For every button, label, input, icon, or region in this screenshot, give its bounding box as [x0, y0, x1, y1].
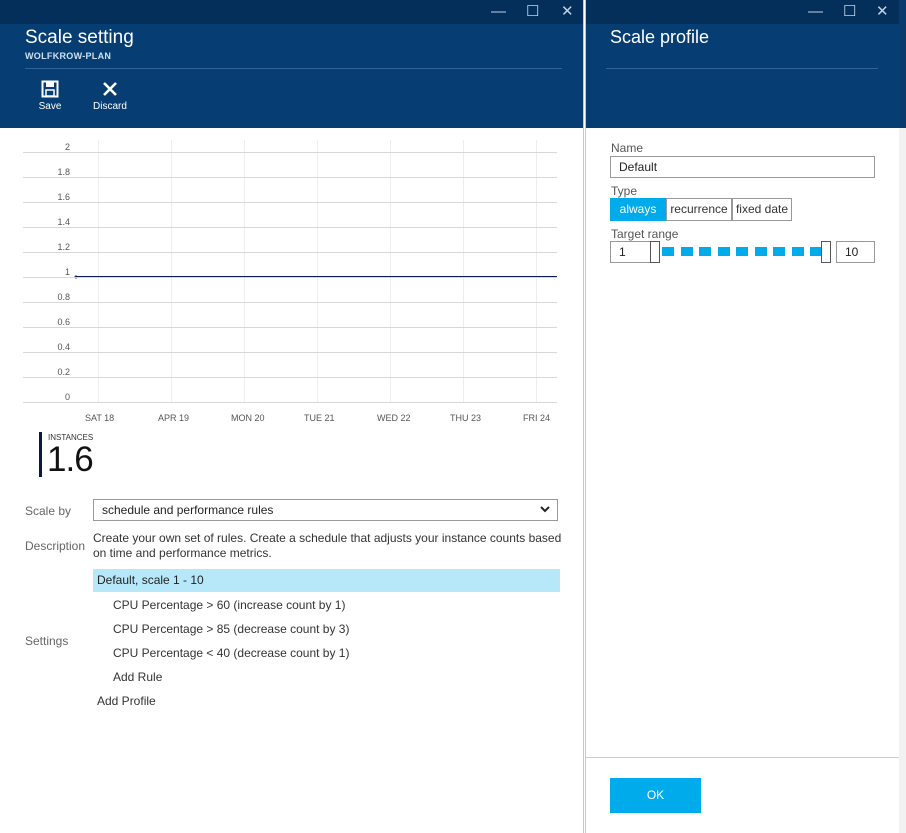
blade-title: Scale profile [610, 27, 710, 47]
scrollbar[interactable] [898, 0, 906, 833]
add-rule-link[interactable]: Add Rule [113, 670, 162, 684]
type-option-recurrence[interactable]: recurrence [666, 198, 732, 221]
slider-track-segment [717, 247, 730, 256]
type-option-fixed-date[interactable]: fixed date [732, 198, 792, 221]
scale-profile-blade: — ☐ ✕ Scale profile Name Default Type al… [585, 0, 899, 833]
scale-by-dropdown[interactable]: schedule and performance rules [93, 499, 558, 521]
scale-by-value: schedule and performance rules [102, 503, 274, 517]
target-range-label: Target range [611, 227, 679, 241]
slider-track-segment [773, 247, 785, 256]
chart-plot [74, 275, 557, 279]
name-label: Name [611, 141, 644, 155]
x-tick-label: FRI 24 [523, 413, 551, 423]
y-tick-label: 0.2 [57, 367, 70, 377]
rule-item[interactable]: CPU Percentage > 85 (decrease count by 3… [113, 622, 349, 636]
y-tick-label: 1.8 [57, 167, 70, 177]
y-tick-label: 1 [64, 267, 70, 277]
y-tick-label: 1.4 [57, 217, 70, 227]
description-label: Description [25, 539, 86, 553]
y-tick-label: 2 [64, 142, 70, 152]
scale-setting-blade: — ☐ ✕ Scale setting WOLFKROW-PLAN Save D… [0, 0, 584, 833]
profile-row-default[interactable]: Default, scale 1 - 10 [93, 569, 560, 592]
kpi-accent-bar [39, 432, 42, 477]
add-profile-link[interactable]: Add Profile [97, 694, 156, 708]
description-text: Create your own set of rules. Create a s… [93, 531, 562, 560]
chart-gridline [23, 377, 557, 378]
range-max-input[interactable]: 10 [836, 241, 875, 263]
x-tick-label: WED 22 [377, 413, 411, 423]
save-label: Save [38, 101, 62, 112]
chart-gridline [23, 152, 557, 153]
x-tick-label: MON 20 [231, 413, 265, 423]
maximize-icon[interactable]: ☐ [843, 3, 856, 21]
rule-item[interactable]: CPU Percentage < 40 (decrease count by 1… [113, 646, 349, 660]
x-tick-label: TUE 21 [304, 413, 335, 423]
x-tick-label: APR 19 [158, 413, 190, 423]
chart-gridline [23, 252, 557, 253]
type-option-always[interactable]: always [610, 198, 666, 221]
y-tick-label: 1.6 [57, 192, 70, 202]
kpi-value: 1.6 [47, 440, 94, 479]
range-min-input[interactable]: 1 [610, 241, 655, 263]
chart-gridline [23, 277, 557, 278]
chart-gridline [23, 177, 557, 178]
footer-divider [586, 757, 899, 758]
chart-gridline [23, 327, 557, 328]
range-slider-max-handle[interactable] [821, 241, 831, 263]
discard-label: Discard [93, 101, 127, 112]
chart-gridline [23, 202, 557, 203]
x-tick-label: THU 23 [450, 413, 482, 423]
blade-header: — ☐ ✕ Scale profile [586, 0, 899, 128]
slider-track-segment [736, 247, 748, 256]
y-tick-label: 0.6 [57, 317, 70, 327]
scale-by-label: Scale by [25, 504, 72, 518]
blade-title: Scale setting [25, 27, 134, 48]
range-slider-min-handle[interactable] [650, 241, 660, 263]
save-icon [35, 80, 65, 98]
save-button[interactable]: Save [35, 80, 65, 112]
ok-button[interactable]: OK [610, 778, 701, 813]
profile-label: Default, scale 1 - 10 [97, 573, 204, 587]
chevron-down-icon [539, 503, 551, 518]
rule-item[interactable]: CPU Percentage > 60 (increase count by 1… [113, 598, 345, 612]
chart-gridline [23, 227, 557, 228]
slider-track-segment [680, 247, 693, 256]
blade-subtitle: WOLFKROW-PLAN [25, 51, 112, 61]
minimize-icon[interactable]: — [808, 3, 823, 21]
x-tick-label: SAT 18 [85, 413, 115, 423]
slider-track-segment [791, 247, 804, 256]
y-tick-label: 1.2 [57, 242, 70, 252]
y-tick-label: 0 [64, 392, 70, 402]
minimize-icon[interactable]: — [491, 3, 506, 21]
name-input[interactable]: Default [610, 156, 875, 178]
slider-track-segment [699, 247, 711, 256]
chart-gridline [23, 352, 557, 353]
close-icon[interactable]: ✕ [561, 3, 574, 21]
chart-gridline [23, 402, 557, 403]
close-icon[interactable]: ✕ [876, 3, 889, 21]
type-label: Type [611, 184, 638, 198]
chart-gridline [23, 302, 557, 303]
discard-button[interactable]: Discard [90, 80, 130, 112]
settings-label: Settings [25, 634, 69, 648]
y-tick-label: 0.8 [57, 292, 70, 302]
maximize-icon[interactable]: ☐ [526, 3, 539, 21]
blade-header: — ☐ ✕ Scale setting WOLFKROW-PLAN Save D… [0, 0, 583, 128]
slider-track-segment [662, 247, 674, 256]
slider-track-segment [754, 247, 767, 256]
y-tick-label: 0.4 [57, 342, 70, 352]
close-icon [90, 80, 130, 98]
